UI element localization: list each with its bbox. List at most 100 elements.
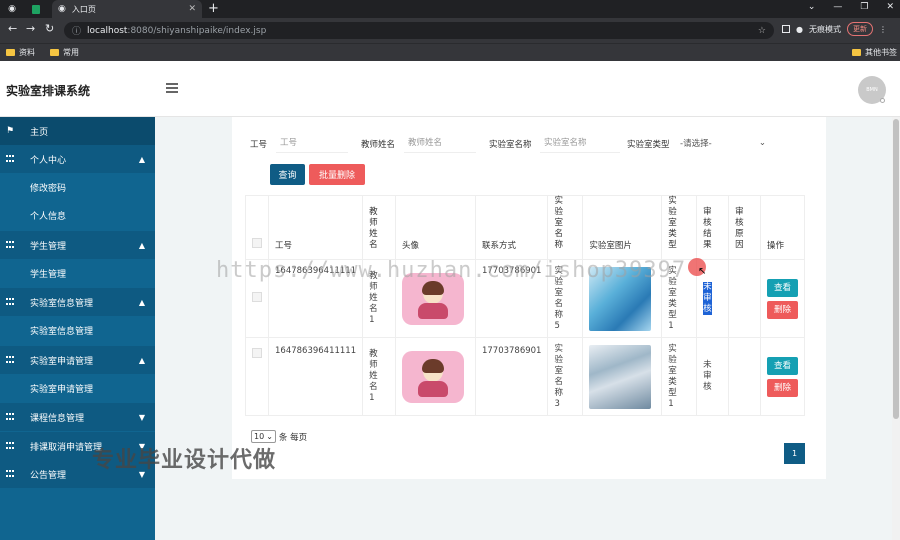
scrollbar-thumb[interactable]: [893, 119, 899, 419]
chevron-down-icon[interactable]: ⌄: [808, 2, 816, 12]
mouse-pointer-icon: ↖: [698, 266, 707, 277]
lab-name-input[interactable]: [540, 133, 620, 153]
cell-audit-reason: [728, 337, 761, 417]
sidebar-item-lab-info[interactable]: 实验室信息管理: [0, 316, 155, 344]
main-content: 工号 教师姓名 实验室名称 实验室类型 -请选择- ⌄ 查询 批量删除 工号 教…: [155, 117, 900, 540]
col-actions: 操作: [760, 194, 805, 261]
active-tab[interactable]: ◉ 入口页 ✕: [52, 0, 202, 18]
bookmarks-bar: 资料 常用 其他书签: [0, 43, 900, 61]
sidebar-item-lab-application[interactable]: 实验室申请管理: [0, 374, 155, 402]
delete-button[interactable]: 删除: [767, 300, 798, 319]
row-checkbox[interactable]: [252, 348, 262, 359]
sidebar-item-label: 实验室申请管理: [30, 384, 94, 395]
sidebar-item-change-password[interactable]: 修改密码: [0, 173, 155, 201]
restore-icon[interactable]: ❐: [860, 2, 868, 12]
page-scrollbar[interactable]: [892, 117, 900, 540]
sidebar-item-personal-info[interactable]: 个人信息: [0, 201, 155, 229]
cell-lab-image: [582, 337, 663, 417]
close-tab-icon[interactable]: ✕: [188, 4, 196, 14]
avatar[interactable]: BMN: [858, 76, 886, 104]
chevron-down-icon: ⌄: [758, 138, 766, 148]
lab-type-selected: -请选择-: [680, 139, 712, 149]
col-gonghao: 工号: [267, 194, 364, 261]
info-icon: ⓘ: [72, 27, 82, 37]
sidebar: ⚑ 主页 个人中心 ▲ 修改密码 个人信息 学生管理 ▲ 学生管理 实验室信息管…: [0, 117, 155, 540]
col-lab-type: 实验室类型: [661, 194, 698, 261]
bookmark-label: 常用: [63, 48, 79, 57]
sidebar-item-label: 个人信息: [30, 211, 67, 222]
url-host: localhost: [87, 25, 128, 36]
sidebar-item-label: 学生管理: [30, 269, 67, 280]
col-audit-reason-label: 审核原因: [735, 207, 744, 251]
col-lab-type-label: 实验室类型: [668, 196, 677, 251]
cell-teacher: 教师姓名1: [362, 337, 397, 417]
cell-actions: 查看 删除: [760, 337, 805, 417]
pinned-tab-2[interactable]: [24, 0, 48, 18]
tab-title: 入口页: [71, 4, 96, 14]
col-teacher: 教师姓名: [362, 194, 397, 261]
row-checkbox[interactable]: [252, 292, 262, 303]
select-all-checkbox[interactable]: [252, 238, 262, 249]
view-button[interactable]: 查看: [767, 278, 798, 297]
cell-teacher-text: 教师姓名1: [369, 349, 378, 404]
app-title: 实验室排课系统: [6, 84, 91, 98]
page-size-value: 10: [254, 432, 265, 441]
bookmark-folder-2[interactable]: 常用: [50, 47, 79, 58]
sidebar-item-label: 课程信息管理: [30, 413, 85, 424]
query-button[interactable]: 查询: [270, 164, 305, 185]
col-lab-name: 实验室名称: [547, 194, 584, 261]
col-audit-result: 审核结果: [696, 194, 730, 261]
sidebar-item-label: 个人中心: [30, 155, 67, 166]
star-icon[interactable]: ☆: [758, 26, 766, 36]
view-button[interactable]: 查看: [767, 356, 798, 375]
lab-type-select[interactable]: -请选择- ⌄: [676, 133, 770, 153]
back-arrow-icon[interactable]: ←: [8, 22, 17, 35]
close-window-icon[interactable]: ✕: [886, 2, 894, 12]
sidebar-group-lab-info[interactable]: 实验室信息管理 ▲: [0, 288, 155, 316]
menu-dots-icon[interactable]: ⋮: [879, 25, 887, 34]
col-teacher-label: 教师姓名: [369, 207, 378, 251]
other-bookmarks[interactable]: 其他书签: [852, 47, 897, 58]
hamburger-menu-icon[interactable]: [166, 83, 178, 95]
cell-lab-name-text: 实验室名称3: [554, 343, 563, 409]
per-page-label: 条 每页: [278, 432, 308, 443]
col-phone: 联系方式: [474, 194, 549, 261]
bookmark-label: 资料: [19, 48, 35, 57]
address-bar[interactable]: ⓘ localhost:8080/shiyanshipaike/index.js…: [64, 22, 774, 39]
sidebar-item-home[interactable]: ⚑ 主页: [0, 117, 155, 145]
grid-icon: [6, 470, 14, 478]
data-table: 工号 教师姓名 头像 联系方式 实验室名称 实验室图片 实验室类型 审核结果 审…: [245, 194, 805, 417]
grid-icon: [6, 356, 14, 364]
pinned-tab-1[interactable]: ◉: [0, 0, 24, 18]
sidebar-group-lab-application[interactable]: 实验室申请管理 ▲: [0, 346, 155, 374]
minimize-icon[interactable]: —: [833, 2, 842, 12]
url-path: :8080/shiyanshipaike/index.jsp: [127, 25, 267, 36]
page-number-button[interactable]: 1: [784, 443, 805, 464]
lab-type-label: 实验室类型: [627, 140, 670, 150]
caret-icon: ▲: [138, 297, 145, 307]
sidebar-group-students[interactable]: 学生管理 ▲: [0, 231, 155, 259]
reload-icon[interactable]: ↻: [45, 22, 54, 35]
bookmark-folder-1[interactable]: 资料: [6, 47, 35, 58]
lab-name-label: 实验室名称: [489, 140, 532, 150]
update-button[interactable]: 更新: [846, 22, 873, 36]
sidebar-item-students[interactable]: 学生管理: [0, 259, 155, 287]
lab-image: [589, 344, 652, 409]
col-lab-image: 实验室图片: [582, 194, 663, 261]
teacher-avatar-image: [402, 350, 465, 403]
grid-icon: [6, 413, 14, 421]
forward-arrow-icon[interactable]: →: [26, 22, 35, 35]
gonghao-input[interactable]: [276, 133, 348, 153]
col-audit-result-label: 审核结果: [703, 207, 712, 251]
caret-icon: ▼: [138, 412, 145, 422]
avatar-text: BMN: [866, 87, 878, 93]
batch-delete-button[interactable]: 批量删除: [309, 164, 365, 185]
sidebar-group-course-info[interactable]: 课程信息管理 ▼: [0, 403, 155, 431]
teacher-name-input[interactable]: [404, 133, 476, 153]
delete-button[interactable]: 删除: [767, 378, 798, 397]
sidebar-item-label: 主页: [30, 127, 49, 138]
new-tab-button[interactable]: +: [208, 1, 219, 16]
sidebar-toggle-icon[interactable]: [782, 25, 790, 33]
sidebar-group-personal-center[interactable]: 个人中心 ▲: [0, 145, 155, 173]
watermark-url: https://www.huzhan.com/ishop39397: [216, 258, 687, 283]
